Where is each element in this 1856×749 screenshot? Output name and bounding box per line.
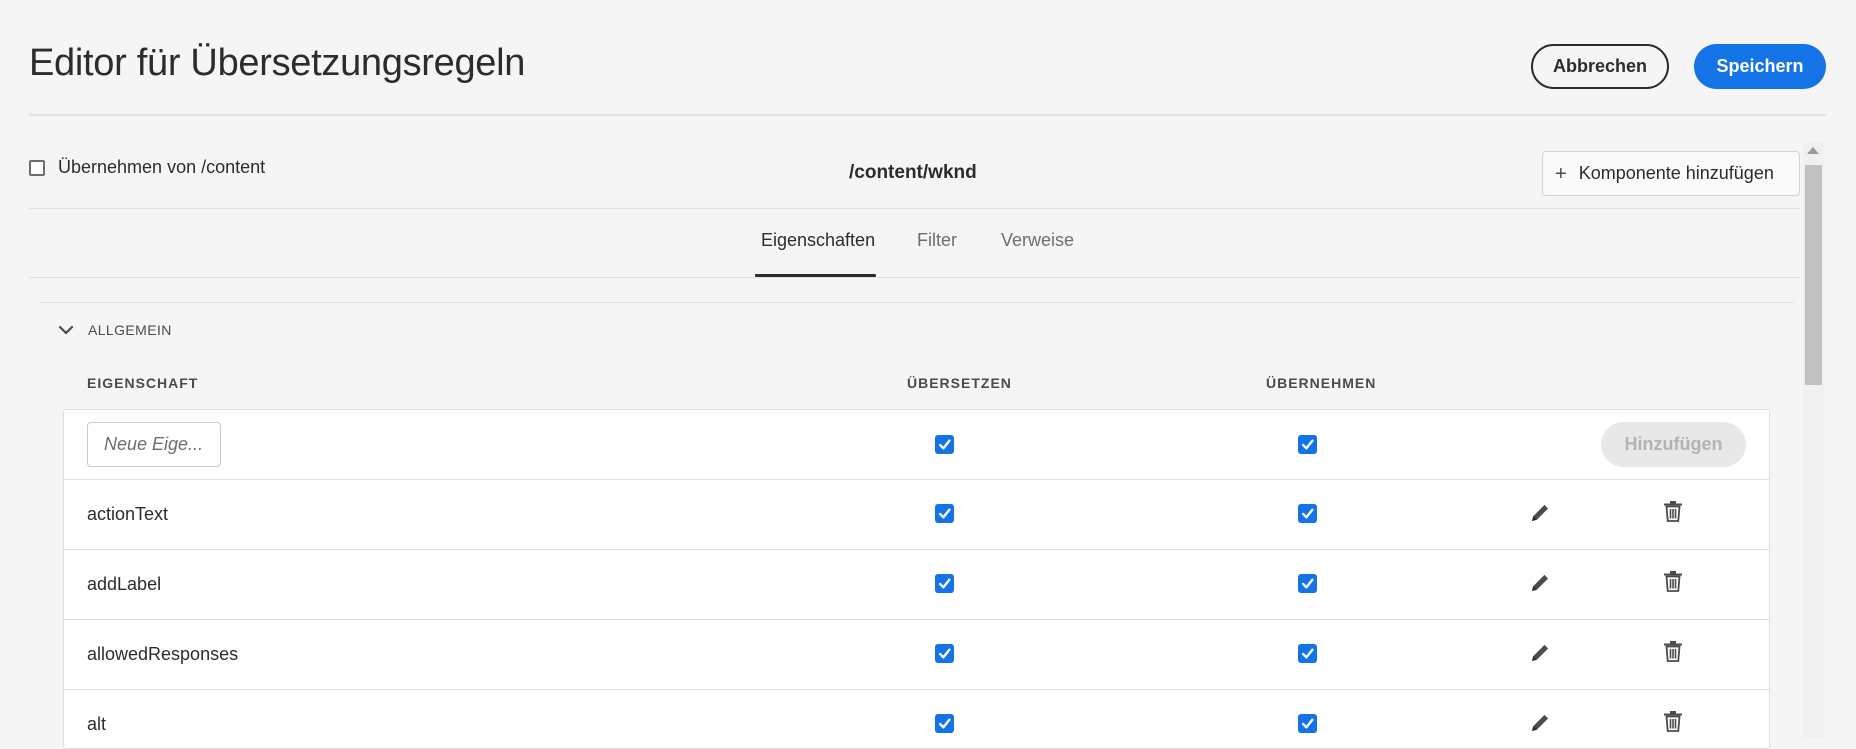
table-row: allowedResponses <box>64 620 1769 690</box>
new-inherit-checkbox[interactable] <box>1298 435 1317 454</box>
tab-filter[interactable]: Filter <box>917 230 957 251</box>
add-component-label: Komponente hinzufügen <box>1578 163 1774 183</box>
trash-icon[interactable] <box>1661 569 1685 593</box>
new-property-input[interactable] <box>87 422 221 467</box>
page-title: Editor für Übersetzungsregeln <box>29 42 526 84</box>
section-toggle[interactable]: ALLGEMEIN <box>58 322 172 338</box>
column-header-translate: ÜBERSETZEN <box>907 375 1012 391</box>
scroll-up-arrow-icon[interactable] <box>1807 147 1819 154</box>
content-path: /content/wknd <box>849 162 977 183</box>
header: Editor für Übersetzungsregeln Abbrechen … <box>0 0 1856 115</box>
add-property-button[interactable]: Hinzufügen <box>1601 422 1746 467</box>
inherit-checkbox[interactable] <box>1298 714 1317 733</box>
translate-checkbox[interactable] <box>935 714 954 733</box>
chevron-down-icon <box>58 325 74 335</box>
property-name: actionText <box>87 504 169 524</box>
column-header-property: EIGENSCHAFT <box>87 375 199 391</box>
column-header-inherit: ÜBERNEHMEN <box>1266 375 1377 391</box>
translate-checkbox[interactable] <box>935 504 954 523</box>
plus-icon: + <box>1555 162 1567 185</box>
new-property-row: Hinzufügen <box>64 410 1769 480</box>
trash-icon[interactable] <box>1661 709 1685 733</box>
inherit-checkbox[interactable] <box>29 159 45 176</box>
translate-checkbox[interactable] <box>935 574 954 593</box>
inherit-checkbox[interactable] <box>1298 644 1317 663</box>
pencil-icon[interactable] <box>1528 571 1552 595</box>
section-title: ALLGEMEIN <box>88 322 172 338</box>
tab-bar: Eigenschaften Filter Verweise <box>0 230 1800 278</box>
property-name: alt <box>87 714 107 734</box>
table-row: alt <box>64 690 1769 748</box>
scrollbar-thumb[interactable] <box>1805 165 1822 385</box>
property-name: addLabel <box>87 574 162 594</box>
pencil-icon[interactable] <box>1528 641 1552 665</box>
tabs-divider <box>29 277 1800 278</box>
pencil-icon[interactable] <box>1528 711 1552 735</box>
pencil-icon[interactable] <box>1528 501 1552 525</box>
add-component-button[interactable]: + Komponente hinzufügen <box>1542 151 1800 196</box>
trash-icon[interactable] <box>1661 499 1685 523</box>
trash-icon[interactable] <box>1661 639 1685 663</box>
save-button[interactable]: Speichern <box>1694 44 1826 89</box>
section-divider <box>40 302 1794 303</box>
toolbar-divider <box>29 208 1800 209</box>
cancel-button[interactable]: Abbrechen <box>1531 44 1669 89</box>
header-divider <box>29 114 1826 116</box>
new-translate-checkbox[interactable] <box>935 435 954 454</box>
translate-checkbox[interactable] <box>935 644 954 663</box>
inherit-checkbox[interactable] <box>1298 574 1317 593</box>
inherit-checkbox-group[interactable]: Übernehmen von /content <box>29 157 265 178</box>
inherit-checkbox[interactable] <box>1298 504 1317 523</box>
property-name: allowedResponses <box>87 644 239 664</box>
inherit-label: Übernehmen von /content <box>58 157 266 177</box>
property-table: Hinzufügen actionText addLabel <box>63 409 1770 749</box>
table-row: actionText <box>64 480 1769 550</box>
table-row: addLabel <box>64 550 1769 620</box>
tab-eigenschaften[interactable]: Eigenschaften <box>761 230 875 251</box>
tab-verweise[interactable]: Verweise <box>1001 230 1074 251</box>
